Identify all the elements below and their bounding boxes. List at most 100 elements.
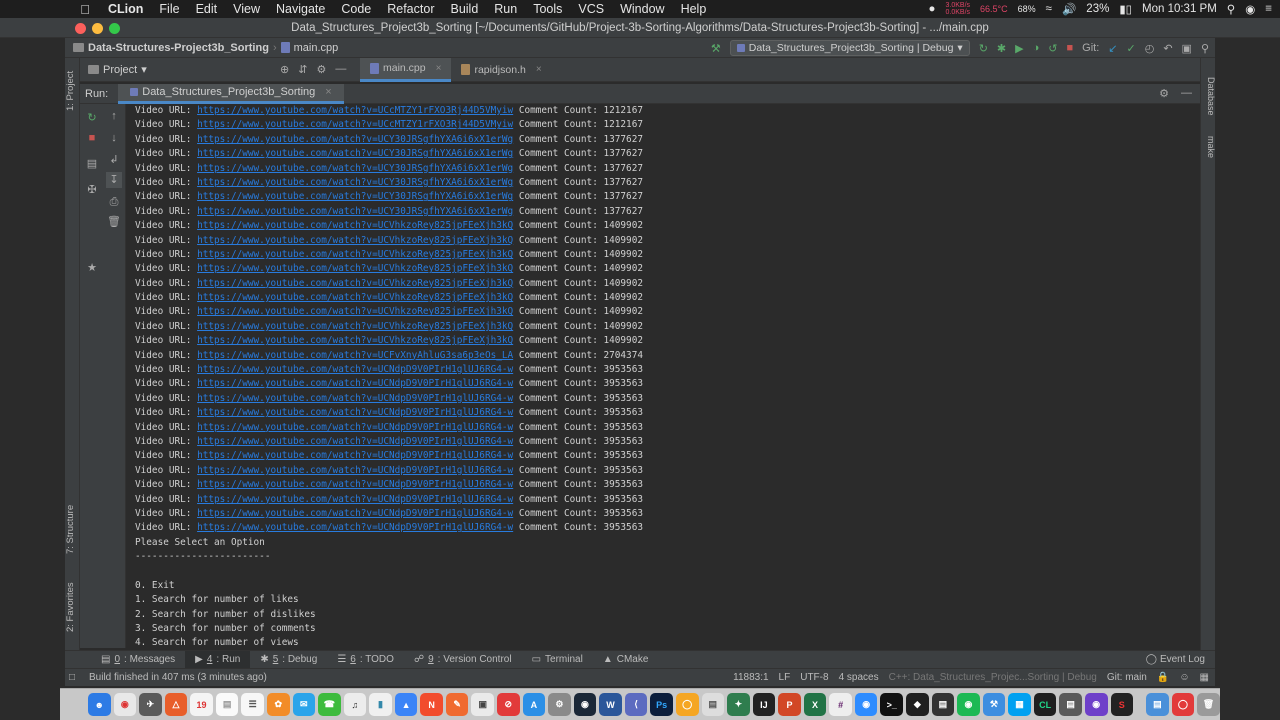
battery-pct[interactable]: 23% xyxy=(1086,3,1109,15)
toggle-tool-windows-icon[interactable]: □ xyxy=(69,672,75,683)
project-tool-tab[interactable]: 1: Project xyxy=(65,66,80,116)
creative-cloud-icon[interactable]: ◯ xyxy=(1171,693,1195,716)
stop-sign-icon[interactable]: ⊘ xyxy=(497,693,520,716)
structure-tool-tab[interactable]: 7: Structure xyxy=(65,498,80,560)
finder-icon[interactable]: ☻ xyxy=(88,693,111,716)
spotlight-icon[interactable]: ⚲ xyxy=(1227,2,1235,16)
status-message[interactable]: Build finished in 407 ms (3 minutes ago) xyxy=(89,672,267,683)
preview-icon[interactable]: ▣ xyxy=(471,693,494,716)
slack-icon[interactable]: # xyxy=(829,693,852,716)
zoom-icon[interactable]: ◉ xyxy=(854,693,878,716)
news-icon[interactable]: N xyxy=(420,693,443,716)
status-icon-circle[interactable]: ● xyxy=(929,3,936,15)
inspector-icon[interactable]: ☺ xyxy=(1179,672,1189,683)
video-url-link[interactable]: https://www.youtube.com/watch?v=UCY30JRS… xyxy=(197,177,513,188)
apple-menu-icon[interactable]:  xyxy=(70,2,100,17)
video-url-link[interactable]: https://www.youtube.com/watch?v=UCVhkzoR… xyxy=(197,249,513,260)
video-url-link[interactable]: https://www.youtube.com/watch?v=UCY30JRS… xyxy=(197,206,513,217)
close-window-button[interactable] xyxy=(75,23,86,34)
git-branch[interactable]: Git: main xyxy=(1107,672,1147,683)
excel-icon[interactable]: X xyxy=(803,693,827,716)
pages-icon[interactable]: ✎ xyxy=(445,693,469,716)
menu-vcs[interactable]: VCS xyxy=(570,2,612,16)
database-tool-tab[interactable]: Database xyxy=(1202,68,1216,124)
memory-icon[interactable]: ▦ xyxy=(1200,672,1209,683)
video-url-link[interactable]: https://www.youtube.com/watch?v=UCY30JRS… xyxy=(197,191,513,202)
trash-icon[interactable]: 🗑 xyxy=(1197,693,1220,716)
video-url-link[interactable]: https://www.youtube.com/watch?v=UCVhkzoR… xyxy=(197,335,513,346)
launchpad-icon[interactable]: ✈ xyxy=(139,693,162,716)
facetime-icon[interactable]: ☎ xyxy=(318,693,341,716)
network-stats[interactable]: 3.0KB/s 0.0KB/s xyxy=(946,2,971,16)
event-log-button[interactable]: ◯ Event Log xyxy=(1146,654,1205,665)
breadcrumb-project[interactable]: Data-Structures-Project3b_Sorting xyxy=(88,42,269,54)
spotify-icon[interactable]: ◉ xyxy=(957,693,980,716)
menu-edit[interactable]: Edit xyxy=(188,2,226,16)
windows-icon[interactable]: ▦ xyxy=(1008,693,1031,716)
stop-icon[interactable]: ■ xyxy=(84,130,100,146)
video-url-link[interactable]: https://www.youtube.com/watch?v=UCNdpD9V… xyxy=(197,378,513,389)
git-commit-icon[interactable]: ✓ xyxy=(1126,42,1135,55)
hide-icon[interactable]: — xyxy=(1181,87,1192,100)
unity-icon[interactable]: ◆ xyxy=(906,693,929,716)
rocket-icon[interactable]: △ xyxy=(164,693,188,716)
downloads-folder-icon[interactable]: ▤ xyxy=(1146,693,1169,716)
make-tool-tab[interactable]: make xyxy=(1202,134,1216,160)
video-url-link[interactable]: https://www.youtube.com/watch?v=UCcMTZY1… xyxy=(197,119,513,130)
keynote-icon[interactable]: ▲ xyxy=(394,693,418,716)
cpu-pct[interactable]: 68% xyxy=(1018,4,1036,14)
video-url-link[interactable]: https://www.youtube.com/watch?v=UCVhkzoR… xyxy=(197,263,513,274)
layout-icon[interactable]: ▤ xyxy=(84,156,100,172)
menu-refactor[interactable]: Refactor xyxy=(379,2,442,16)
close-icon[interactable]: × xyxy=(436,63,442,74)
lock-icon[interactable]: 🔒 xyxy=(1157,672,1169,683)
clock[interactable]: Mon 10:31 PM xyxy=(1142,3,1217,15)
volume-icon[interactable]: 🔊 xyxy=(1062,2,1076,16)
tab-todo[interactable]: ☰ 6: TODO xyxy=(327,651,404,669)
line-separator[interactable]: LF xyxy=(779,672,791,683)
caret-position[interactable]: 11883:1 xyxy=(733,672,768,683)
favorite-star-icon[interactable]: ★ xyxy=(84,260,100,276)
maximize-window-button[interactable] xyxy=(109,23,120,34)
gear-icon[interactable]: ⚙ xyxy=(316,63,326,76)
git-history-icon[interactable]: ◴ xyxy=(1145,42,1155,55)
video-url-link[interactable]: https://www.youtube.com/watch?v=UCcMTZY1… xyxy=(197,105,513,116)
run-coverage-icon[interactable]: ▶ xyxy=(1015,42,1023,55)
rerun-icon[interactable]: ↻ xyxy=(979,42,988,55)
search-icon[interactable]: ⚲ xyxy=(1201,42,1209,55)
cpu-temp[interactable]: 66.5°C xyxy=(980,4,1008,14)
run-config-selector[interactable]: Data_Structures_Project3b_Sorting | Debu… xyxy=(729,40,970,56)
video-url-link[interactable]: https://www.youtube.com/watch?v=UCNdpD9V… xyxy=(197,494,513,505)
tab-version-control[interactable]: ☍ 9: Version Control xyxy=(404,651,522,669)
breadcrumb-file[interactable]: main.cpp xyxy=(294,42,339,54)
video-url-link[interactable]: https://www.youtube.com/watch?v=UCNdpD9V… xyxy=(197,508,513,519)
video-url-link[interactable]: https://www.youtube.com/watch?v=UCNdpD9V… xyxy=(197,393,513,404)
scroll-to-end-icon[interactable]: ↧ xyxy=(106,172,122,188)
video-url-link[interactable]: https://www.youtube.com/watch?v=UCVhkzoR… xyxy=(197,306,513,317)
powerpoint-icon[interactable]: P xyxy=(778,693,801,716)
menu-file[interactable]: File xyxy=(151,2,187,16)
rerun-icon[interactable]: ↻ xyxy=(84,110,100,126)
textedit-icon[interactable]: ▤ xyxy=(701,693,725,716)
video-url-link[interactable]: https://www.youtube.com/watch?v=UCY30JRS… xyxy=(197,134,513,145)
resolve-context[interactable]: C++: Data_Structures_Projec...Sorting | … xyxy=(889,672,1097,683)
close-icon[interactable]: × xyxy=(536,64,542,75)
video-url-link[interactable]: https://www.youtube.com/watch?v=UCY30JRS… xyxy=(197,148,513,159)
menu-run[interactable]: Run xyxy=(486,2,525,16)
xcode-icon[interactable]: ⚒ xyxy=(982,693,1006,716)
project-view-selector[interactable]: Project ▾ xyxy=(88,63,268,76)
menu-navigate[interactable]: Navigate xyxy=(268,2,333,16)
messages-icon[interactable]: ✉ xyxy=(292,693,316,716)
menu-build[interactable]: Build xyxy=(442,2,486,16)
video-url-link[interactable]: https://www.youtube.com/watch?v=UCY30JRS… xyxy=(197,163,513,174)
video-url-link[interactable]: https://www.youtube.com/watch?v=UCVhkzoR… xyxy=(197,235,513,246)
terminal-icon[interactable]: >_ xyxy=(880,693,903,716)
tab-cmake[interactable]: ▲ CMake xyxy=(593,651,659,669)
tab-messages[interactable]: ▤ 0: Messages xyxy=(91,651,185,669)
video-url-link[interactable]: https://www.youtube.com/watch?v=UCVhkzoR… xyxy=(197,321,513,332)
app-store-icon[interactable]: A xyxy=(522,693,546,716)
favorites-tool-tab[interactable]: 2: Favorites xyxy=(65,576,80,638)
video-url-link[interactable]: https://www.youtube.com/watch?v=UCNdpD9V… xyxy=(197,422,513,433)
github-desktop-icon[interactable]: ◉ xyxy=(1084,693,1108,716)
activity-monitor-icon[interactable]: ▤ xyxy=(931,693,955,716)
